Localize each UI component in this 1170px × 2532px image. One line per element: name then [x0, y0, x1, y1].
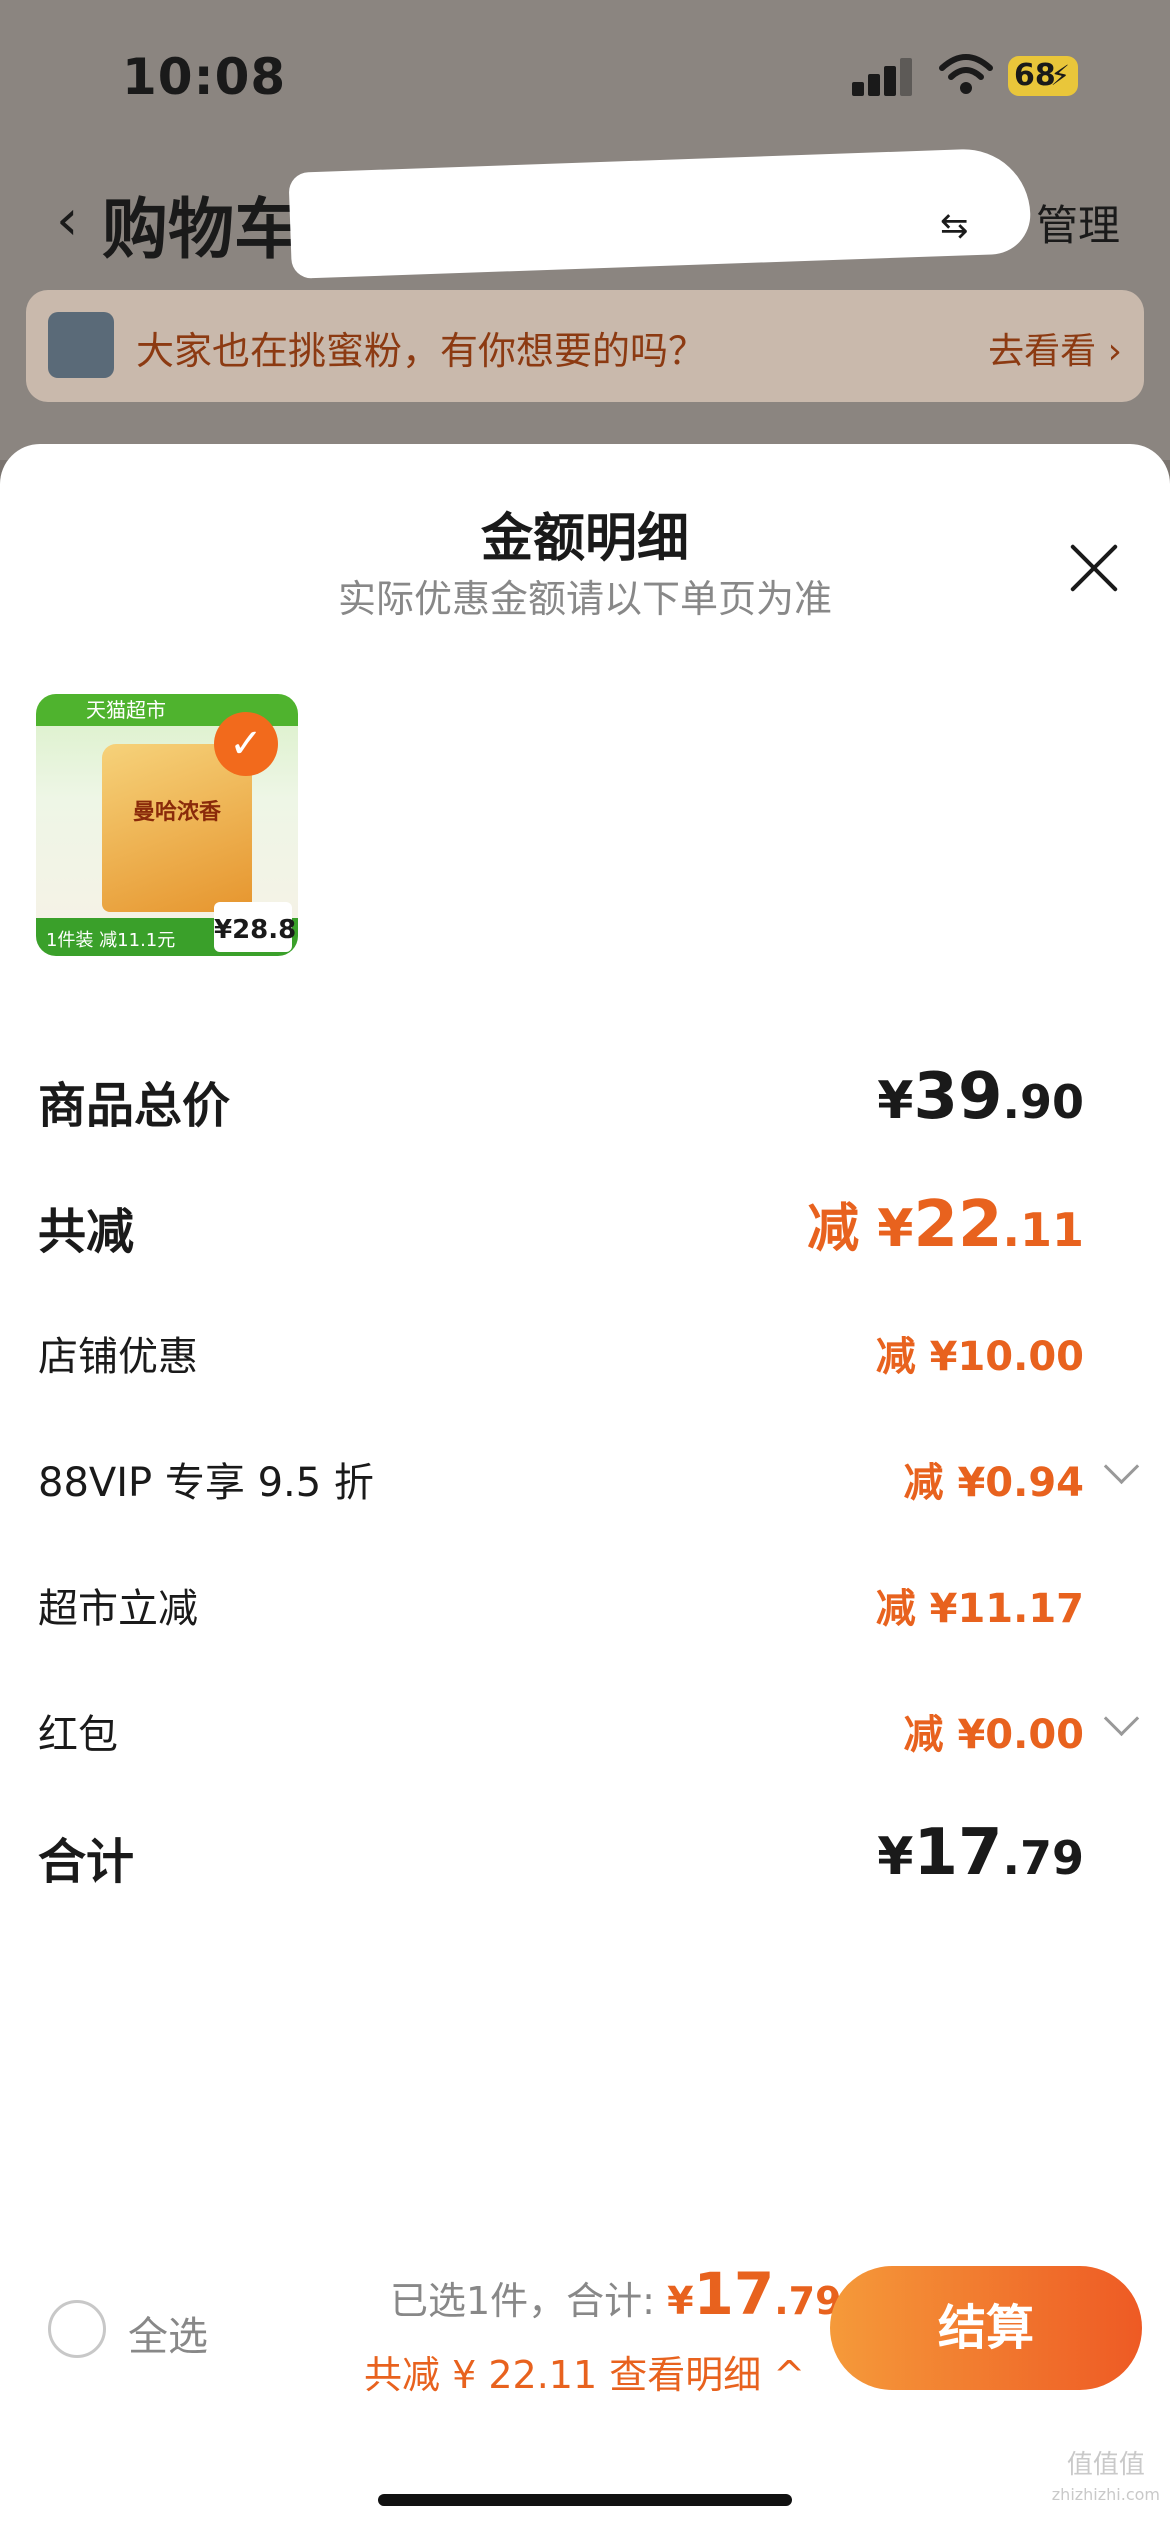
- product-bag-label: 曼哈浓香: [132, 800, 221, 825]
- amount-integer: 17: [693, 2260, 775, 2328]
- chevron-down-icon[interactable]: [1103, 1448, 1140, 1485]
- row-value: 减 ¥0.00: [903, 1712, 1084, 1758]
- select-all-label[interactable]: 全选: [128, 2304, 208, 2362]
- wifi-icon: [939, 54, 993, 94]
- row-value: 减 ¥11.17: [875, 1586, 1084, 1632]
- watermark: 值值值 zhizhizhi.com: [1052, 2450, 1160, 2510]
- back-chevron-icon[interactable]: ‹: [56, 188, 78, 253]
- row-label: 超市立减: [38, 1586, 198, 1632]
- amount-decimal: .79: [1002, 1831, 1085, 1885]
- row-label: 商品总价: [38, 1078, 231, 1134]
- row-value: 减 ¥22.11: [807, 1186, 1084, 1262]
- promo-text: 大家也在挑蜜粉，有你想要的吗？: [136, 329, 707, 373]
- row-value: ¥17.79: [877, 1816, 1084, 1890]
- currency-symbol: ¥: [877, 1071, 914, 1131]
- amount-integer: 17: [913, 1816, 1003, 1890]
- promo-banner[interactable]: 大家也在挑蜜粉，有你想要的吗？ 去看看 ›: [26, 290, 1144, 402]
- currency-symbol: ¥: [877, 1827, 914, 1887]
- promo-thumbnail: [48, 312, 114, 378]
- row-label: 共减: [38, 1204, 135, 1260]
- discount-prefix: 减: [807, 1199, 878, 1259]
- row-value: ¥39.90: [877, 1060, 1084, 1134]
- row-vip-discount[interactable]: 88VIP 专享 9.5 折 减 ¥0.94: [38, 1448, 1140, 1530]
- cellular-signal-icon: [852, 56, 914, 96]
- sheet-title: 金额明细: [480, 509, 689, 569]
- status-bar: 10:08 68 ⚡: [0, 0, 1170, 150]
- row-value: 减 ¥0.94: [903, 1460, 1084, 1506]
- watermark-site: zhizhizhi.com: [1051, 2485, 1160, 2504]
- amount-decimal: .11: [1002, 1203, 1085, 1257]
- cart-title: 购物车: [102, 191, 300, 268]
- product-thumbnail[interactable]: 天猫超市 曼哈浓香 1件装 减11.1元 ¥28.8 ✓: [36, 694, 298, 956]
- row-store-discount: 店铺优惠 减 ¥10.00: [38, 1324, 1134, 1404]
- battery-icon: 68 ⚡: [1008, 56, 1078, 96]
- row-red-packet[interactable]: 红包 减 ¥0.00: [38, 1700, 1140, 1782]
- row-total: 合计 ¥17.79: [38, 1816, 1134, 1902]
- selected-count-text: 已选1件，合计:: [390, 2279, 668, 2323]
- selection-summary: 已选1件，合计: ¥17.79: [390, 2260, 842, 2328]
- manage-button[interactable]: 管理: [1036, 192, 1120, 253]
- row-label: 合计: [38, 1834, 135, 1890]
- watermark-logo: 值值值: [1066, 2450, 1145, 2480]
- row-value: 减 ¥10.00: [875, 1334, 1084, 1380]
- home-indicator[interactable]: [378, 2494, 792, 2506]
- row-label: 88VIP 专享 9.5 折: [38, 1460, 374, 1506]
- row-label: 店铺优惠: [38, 1334, 198, 1380]
- promo-link[interactable]: 去看看 ›: [988, 322, 1122, 374]
- amount-detail-sheet: 金额明细 实际优惠金额请以下单页为准 天猫超市 曼哈浓香 1件装 减11.1元 …: [0, 444, 1170, 2532]
- checkmark-icon[interactable]: ✓: [214, 712, 278, 776]
- price-tag: ¥28.8: [214, 902, 296, 952]
- checkout-button[interactable]: 结算: [830, 2266, 1142, 2390]
- row-subtotal: 商品总价 ¥39.90: [38, 1060, 1134, 1146]
- address-icon[interactable]: ⇆: [940, 206, 969, 246]
- view-details-link[interactable]: 共减 ¥ 22.11 查看明细 ^: [364, 2344, 805, 2399]
- select-all-radio[interactable]: [48, 2300, 106, 2358]
- amount-integer: 39: [913, 1060, 1003, 1134]
- store-label: 天猫超市: [86, 698, 166, 722]
- deal-text: 1件装 减11.1元: [46, 930, 176, 951]
- row-total-discount: 共减 减 ¥22.11: [38, 1188, 1134, 1272]
- charging-bolt-icon: ⚡: [1050, 59, 1070, 92]
- row-label: 红包: [38, 1712, 118, 1758]
- currency-symbol: ¥: [877, 1199, 914, 1259]
- amount-integer: 22: [913, 1188, 1003, 1262]
- checkout-bar: 全选 已选1件，合计: ¥17.79 共减 ¥ 22.11 查看明细 ^ 结算: [0, 2230, 1170, 2532]
- chevron-down-icon[interactable]: [1103, 1700, 1140, 1737]
- amount-decimal: .90: [1002, 1075, 1085, 1129]
- currency-symbol: ¥: [667, 2279, 694, 2323]
- status-time: 10:08: [122, 48, 287, 106]
- close-icon[interactable]: [1066, 540, 1122, 596]
- sheet-subtitle: 实际优惠金额请以下单页为准: [337, 577, 832, 621]
- row-supermarket-discount: 超市立减 减 ¥11.17: [38, 1576, 1134, 1656]
- total-amount: ¥17.79: [667, 2260, 842, 2328]
